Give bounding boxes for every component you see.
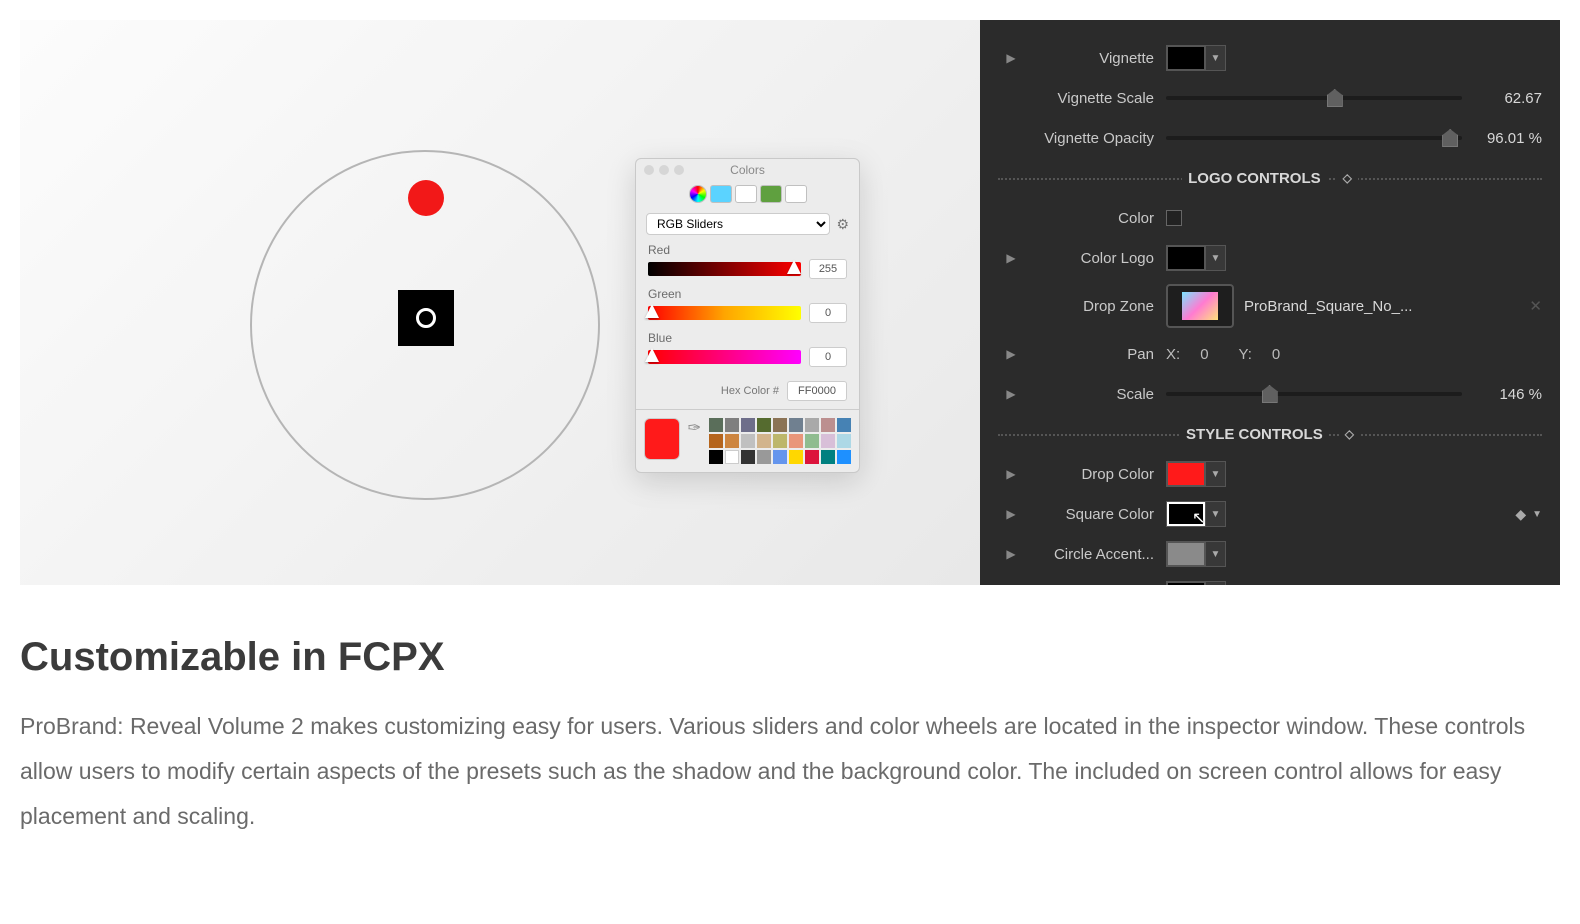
disclose-icon[interactable]: ▶ (998, 251, 1024, 265)
blue-label: Blue (648, 331, 847, 345)
current-color-swatch[interactable] (644, 418, 680, 460)
vignette-scale-label: Vignette Scale (1024, 90, 1166, 107)
red-label: Red (648, 243, 847, 257)
color-palette-tab-icon[interactable] (735, 185, 757, 203)
eyedropper-icon[interactable]: ✑ (688, 418, 701, 438)
slider-mode-select[interactable]: RGB Sliders (646, 213, 830, 235)
blue-slider[interactable] (648, 350, 801, 364)
dropzone-thumbnail (1182, 292, 1218, 320)
colors-popup-title: Colors (636, 159, 859, 181)
square-color-well[interactable]: ▼ (1166, 501, 1226, 527)
chevron-down-icon[interactable]: ▼ (1205, 502, 1225, 526)
gear-icon[interactable]: ⚙ (836, 216, 849, 233)
color-picker-tabs[interactable] (636, 181, 859, 207)
color-wheel-tab-icon[interactable] (689, 185, 707, 203)
updown-icon[interactable]: ◇ (1339, 427, 1360, 441)
colors-popup: Colors RGB Sliders ⚙ Red 255 (635, 158, 860, 473)
color-checkbox[interactable] (1166, 210, 1182, 226)
dropzone-label: Drop Zone (1024, 298, 1166, 315)
green-label: Green (648, 287, 847, 301)
chevron-down-icon[interactable]: ▼ (1205, 582, 1225, 585)
screenshot-area: Colors RGB Sliders ⚙ Red 255 (20, 20, 1560, 585)
circle-accent-color-well[interactable]: ▼ (1166, 541, 1226, 567)
colors-title-label: Colors (730, 163, 765, 177)
disclose-icon[interactable]: ▶ (998, 387, 1024, 401)
vignette-opacity-slider[interactable] (1166, 136, 1462, 140)
red-slider[interactable] (648, 262, 801, 276)
scale-value[interactable]: 146 % (1462, 386, 1542, 403)
vignette-label: Vignette (1024, 50, 1166, 67)
window-traffic-lights[interactable] (644, 165, 684, 175)
x-label: X: (1166, 346, 1180, 363)
vignette-opacity-label: Vignette Opacity (1024, 130, 1166, 147)
circle-accent-label: Circle Accent... (1024, 546, 1166, 563)
color-sliders-tab-icon[interactable] (710, 185, 732, 203)
vignette-color-well[interactable]: ▼ (1166, 45, 1226, 71)
chevron-down-icon[interactable]: ▼ (1205, 46, 1225, 70)
drop-color-well[interactable]: ▼ (1166, 461, 1226, 487)
y-label: Y: (1239, 346, 1252, 363)
article-body: Customizable in FCPX ProBrand: Reveal Vo… (0, 605, 1580, 869)
chevron-down-icon[interactable]: ▼ (1205, 246, 1225, 270)
dropzone-well[interactable] (1166, 284, 1234, 328)
disclose-icon[interactable]: ▶ (998, 507, 1024, 521)
color-crayons-tab-icon[interactable] (785, 185, 807, 203)
updown-icon[interactable]: ◇ (1337, 171, 1358, 185)
pan-x-value[interactable]: 0 (1200, 346, 1208, 363)
pan-label: Pan (1024, 346, 1166, 363)
vignette-scale-slider[interactable] (1166, 96, 1462, 100)
vignette-scale-value[interactable]: 62.67 (1462, 90, 1542, 107)
dropzone-filename[interactable]: ProBrand_Square_No_... (1244, 298, 1412, 315)
hex-value-input[interactable]: FF0000 (787, 381, 847, 401)
red-value-input[interactable]: 255 (809, 259, 847, 279)
pan-y-value[interactable]: 0 (1272, 346, 1280, 363)
chevron-down-icon[interactable]: ▼ (1532, 509, 1542, 520)
chevron-down-icon[interactable]: ▼ (1205, 542, 1225, 566)
style-controls-header[interactable]: STYLE CONTROLS◇ (980, 414, 1560, 454)
drop-color-dot[interactable] (408, 180, 444, 216)
disclose-icon[interactable]: ▶ (998, 547, 1024, 561)
logo-square[interactable] (398, 290, 454, 346)
disclose-icon[interactable]: ▶ (998, 467, 1024, 481)
chevron-down-icon[interactable]: ▼ (1205, 462, 1225, 486)
disclose-icon[interactable]: ▶ (998, 51, 1024, 65)
viewer-canvas[interactable]: Colors RGB Sliders ⚙ Red 255 (20, 20, 980, 585)
vignette-opacity-value[interactable]: 96.01 % (1462, 130, 1542, 147)
hex-label: Hex Color # (721, 385, 779, 397)
logo-controls-header[interactable]: LOGO CONTROLS◇ (980, 158, 1560, 198)
disclose-icon[interactable]: ▶ (998, 347, 1024, 361)
scale-label: Scale (1024, 386, 1166, 403)
color-logo-well[interactable]: ▼ (1166, 245, 1226, 271)
green-slider[interactable] (648, 306, 801, 320)
ring-icon (416, 308, 436, 328)
green-value-input[interactable]: 0 (809, 303, 847, 323)
clear-dropzone-icon[interactable]: ✕ (1529, 297, 1542, 315)
color-image-tab-icon[interactable] (760, 185, 782, 203)
keyframe-control[interactable]: ◆ ▼ (1515, 506, 1542, 523)
square-color-label: Square Color (1024, 506, 1166, 523)
blue-value-input[interactable]: 0 (809, 347, 847, 367)
article-paragraph: ProBrand: Reveal Volume 2 makes customiz… (20, 704, 1560, 839)
logo-color-label: Color (1024, 210, 1166, 227)
scale-slider[interactable] (1166, 392, 1462, 396)
inspector-panel: ▶ Vignette ▼ Vignette Scale 62.67 Vignet… (980, 20, 1560, 585)
swatch-grid[interactable] (709, 418, 851, 464)
article-heading: Customizable in FCPX (20, 635, 1560, 680)
drop-color-label: Drop Color (1024, 466, 1166, 483)
color-logo-label: Color Logo (1024, 250, 1166, 267)
shadow-color-well[interactable]: ▼ (1166, 581, 1226, 585)
